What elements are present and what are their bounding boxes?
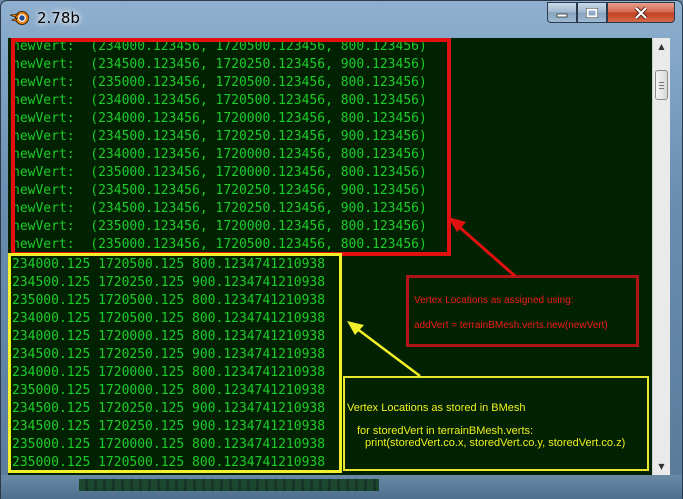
minimize-button[interactable] [547,2,577,23]
grip-line [659,82,664,83]
window-title: 2.78b [37,9,80,27]
obscured-status-text [79,479,379,491]
close-button[interactable] [607,2,675,23]
red-arrow [448,217,516,278]
blender-logo-icon [9,11,29,25]
scroll-up-arrow-icon[interactable]: ▲ [653,38,670,55]
title-bar[interactable]: 2.78b [1,1,682,33]
console-window: 2.78b newVert: (234000.123456, 1720500.1… [0,0,683,499]
annotation-arrows [347,217,516,377]
yellow-arrow [347,321,421,377]
scrollbar-thumb[interactable] [655,70,668,100]
grip-line [659,85,664,86]
close-icon [634,6,648,19]
console-output[interactable]: newVert: (234000.123456, 1720500.123456,… [8,38,652,475]
scroll-down-arrow-icon[interactable]: ▼ [653,458,670,475]
minimize-icon [556,13,568,17]
vertical-scrollbar[interactable]: ▲ ▼ [652,38,670,475]
maximize-icon [586,7,598,18]
grip-line [659,88,664,89]
maximize-button[interactable] [577,2,607,23]
